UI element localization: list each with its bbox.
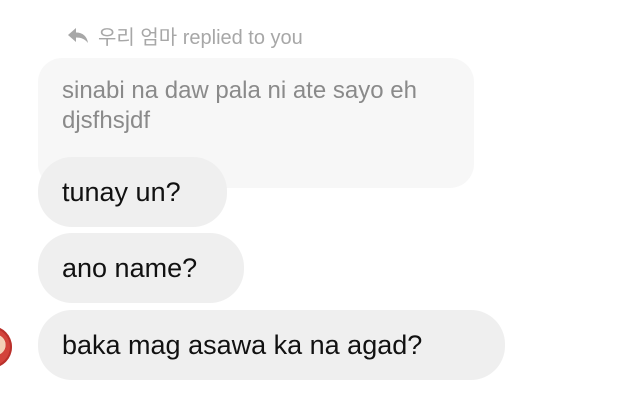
sender-avatar[interactable] [0,326,12,368]
reply-arrow-icon [66,25,90,45]
message-text: baka mag asawa ka na agad? [62,329,423,360]
quoted-message-text: sinabi na daw pala ni ate sayo eh djsfhs… [62,77,417,134]
message-text: tunay un? [62,176,181,207]
reply-indicator: 우리 엄마 replied to you [66,22,303,49]
message-bubble[interactable]: tunay un? [38,157,227,227]
message-bubble[interactable]: baka mag asawa ka na agad? [38,310,505,380]
message-bubble[interactable]: ano name? [38,233,244,303]
message-text: ano name? [62,252,198,283]
reply-indicator-text: 우리 엄마 replied to you [98,26,303,49]
